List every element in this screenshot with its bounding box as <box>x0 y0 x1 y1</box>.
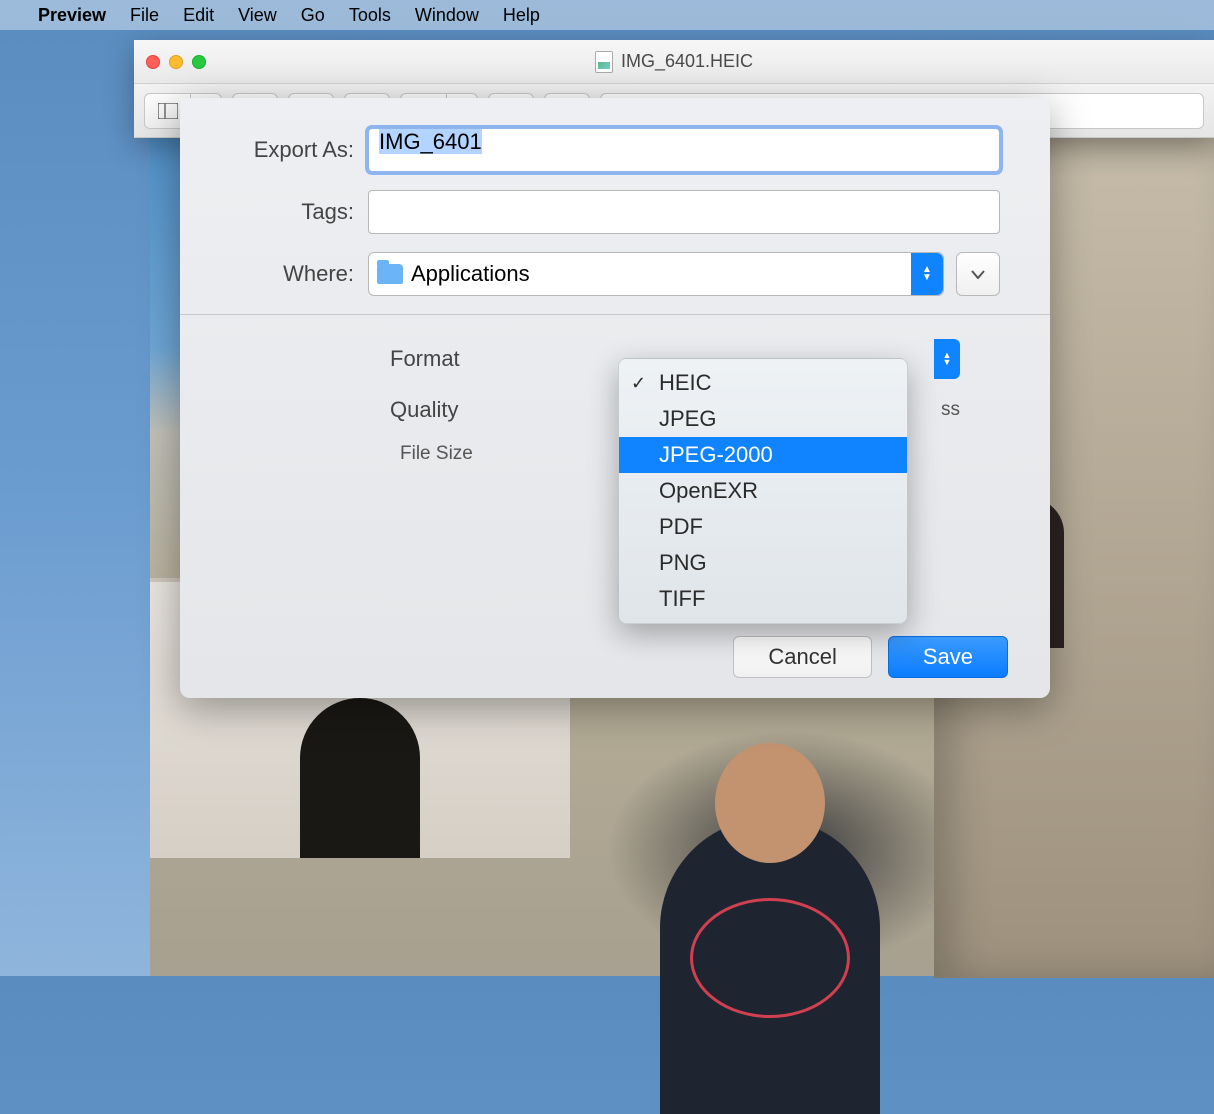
window-titlebar: IMG_6401.HEIC <box>134 40 1214 84</box>
menu-view[interactable]: View <box>238 5 277 26</box>
export-as-field[interactable]: IMG_6401 <box>368 128 1000 172</box>
photo-person <box>660 818 880 1114</box>
where-value: Applications <box>411 261 530 287</box>
format-option-pdf[interactable]: PDF <box>619 509 907 545</box>
format-option-tiff[interactable]: TIFF <box>619 581 907 617</box>
menu-tools[interactable]: Tools <box>349 5 391 26</box>
menu-edit[interactable]: Edit <box>183 5 214 26</box>
window-title-text: IMG_6401.HEIC <box>621 51 753 72</box>
format-option-jpeg[interactable]: JPEG <box>619 401 907 437</box>
quality-value-partial: ss <box>941 399 960 421</box>
format-option-openexr[interactable]: OpenEXR <box>619 473 907 509</box>
format-label: Format <box>390 346 500 372</box>
export-as-label: Export As: <box>230 137 368 163</box>
format-dropdown-menu: ✓ HEIC JPEG JPEG-2000 OpenEXR PDF PNG TI… <box>618 358 908 624</box>
tags-label: Tags: <box>230 199 368 225</box>
where-label: Where: <box>230 261 368 287</box>
format-option-png[interactable]: PNG <box>619 545 907 581</box>
export-as-value: IMG_6401 <box>379 129 482 154</box>
filesize-label: File Size <box>400 443 473 464</box>
menu-file[interactable]: File <box>130 5 159 26</box>
format-option-jpeg-2000[interactable]: JPEG-2000 <box>619 437 907 473</box>
where-popup[interactable]: Applications ▲▼ <box>368 252 944 296</box>
cancel-button[interactable]: Cancel <box>733 636 871 678</box>
document-icon <box>595 51 613 73</box>
menu-help[interactable]: Help <box>503 5 540 26</box>
chevron-down-icon <box>971 270 985 279</box>
checkmark-icon: ✓ <box>631 373 646 394</box>
expand-save-dialog-button[interactable] <box>956 252 1000 296</box>
quality-label: Quality <box>390 397 500 423</box>
format-option-heic[interactable]: ✓ HEIC <box>619 365 907 401</box>
menu-window[interactable]: Window <box>415 5 479 26</box>
format-popup-arrows[interactable]: ▲▼ <box>934 339 960 379</box>
menu-go[interactable]: Go <box>301 5 325 26</box>
folder-icon <box>377 264 403 284</box>
updown-arrows-icon: ▲▼ <box>911 253 943 295</box>
tags-field[interactable] <box>368 190 1000 234</box>
app-menu[interactable]: Preview <box>38 5 106 26</box>
export-sheet: Export As: IMG_6401 Tags: Where: Applica… <box>180 98 1050 698</box>
sheet-divider <box>180 314 1050 315</box>
save-button[interactable]: Save <box>888 636 1008 678</box>
system-menubar: Preview File Edit View Go Tools Window H… <box>0 0 1214 30</box>
